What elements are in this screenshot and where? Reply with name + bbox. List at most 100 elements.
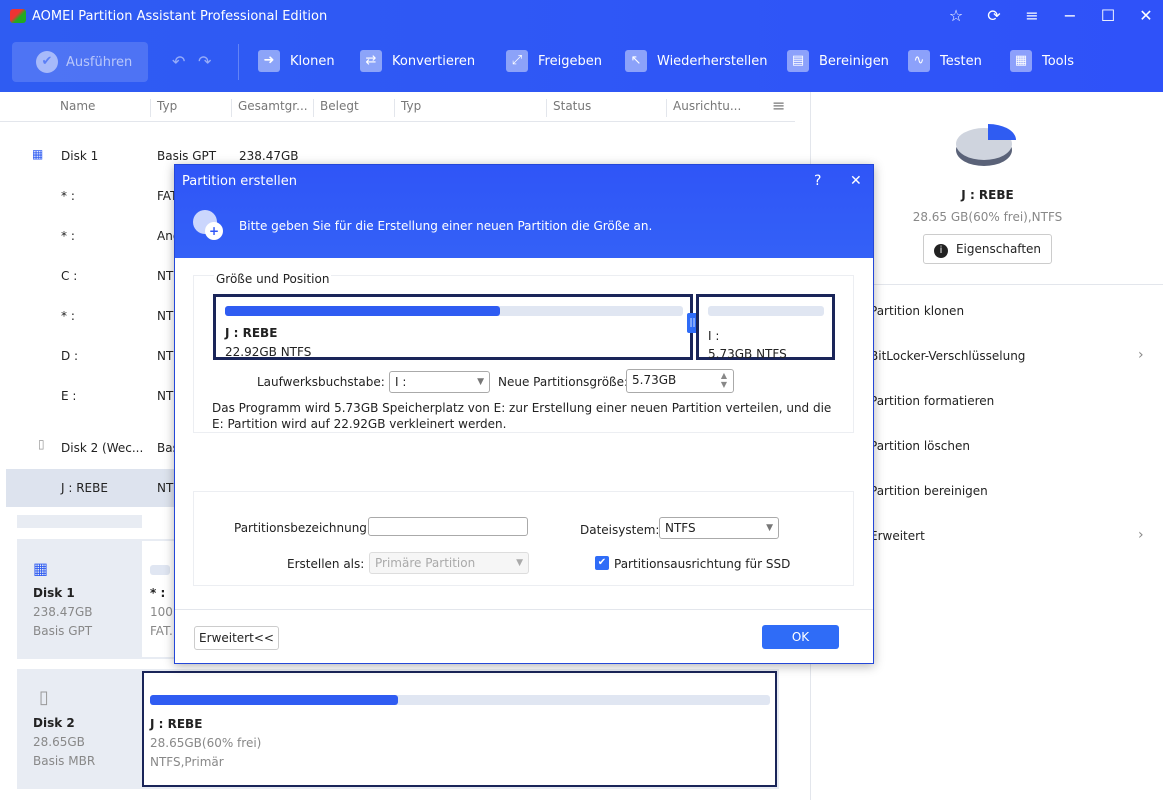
options-group: Partitionsbezeichnung: Dateisystem: NTFS… xyxy=(193,491,854,586)
star-icon[interactable]: ☆ xyxy=(944,6,968,25)
row-name: E : xyxy=(61,389,77,403)
ok-button[interactable]: OK xyxy=(762,625,839,649)
source-partition-block[interactable]: J : REBE 22.92GB NTFS xyxy=(213,294,693,360)
col-fstype[interactable]: Typ xyxy=(394,99,421,117)
label: Klonen xyxy=(290,53,335,69)
help-button[interactable]: ? xyxy=(814,173,821,189)
usage-bar xyxy=(150,565,170,575)
info-icon: i xyxy=(933,244,948,258)
label: Bereinigen xyxy=(819,53,889,69)
disk2-card[interactable]: ▯ Disk 2 28.65GB Basis MBR J : REBE 28.6… xyxy=(17,669,779,789)
drive-letter-select[interactable]: I : ▼ xyxy=(389,371,490,393)
menu-bitlocker[interactable]: BitLocker-Verschlüsselung xyxy=(870,349,1025,363)
menu-advanced[interactable]: Erweitert xyxy=(870,529,925,543)
close-icon[interactable]: ✕ xyxy=(1134,6,1158,25)
row-size: 238.47GB xyxy=(239,149,299,163)
col-status[interactable]: Status xyxy=(546,99,591,117)
disk-name: Disk 2 xyxy=(33,716,75,730)
disk-size: 238.47GB xyxy=(33,605,93,619)
create-partition-dialog: Partition erstellen ? ✕ + Bitte geben Si… xyxy=(174,164,874,664)
menu-delete-partition[interactable]: Partition löschen xyxy=(870,439,970,453)
usb-icon: ▯ xyxy=(39,687,49,708)
ssd-alignment-checkbox[interactable]: ✔ xyxy=(595,556,609,570)
toolbar-recover[interactable]: ↖ Wiederherstellen xyxy=(625,50,767,72)
toolbar-allocate[interactable]: ⤢ Freigeben xyxy=(506,50,602,72)
ssd-icon: ▦ xyxy=(32,147,44,161)
chevron-right-icon: › xyxy=(1138,527,1144,543)
divider xyxy=(238,44,239,80)
row-name: * : xyxy=(61,189,75,203)
col-align[interactable]: Ausrichtu... xyxy=(666,99,741,117)
partition-add-icon: + xyxy=(193,210,225,242)
create-as-select[interactable]: Primäre Partition ▼ xyxy=(369,552,529,574)
redo-icon[interactable]: ↷ xyxy=(198,52,211,71)
resize-icon: ⤢ xyxy=(506,50,528,72)
size-stepper[interactable]: 5.73GB ▲ ▼ xyxy=(626,369,734,393)
create-as-label: Erstellen als: xyxy=(287,557,365,571)
value: 5.73GB xyxy=(632,373,677,387)
col-type[interactable]: Typ xyxy=(150,99,177,117)
usage-bar xyxy=(225,306,683,316)
app-logo-icon xyxy=(10,9,26,23)
dialog-title: Partition erstellen xyxy=(182,174,297,189)
close-button[interactable]: ✕ xyxy=(850,173,862,189)
partition-size: 28.65GB(60% frei) xyxy=(150,736,262,750)
size-label: Neue Partitionsgröße: xyxy=(498,375,629,389)
stepper-arrows-icon[interactable]: ▲ ▼ xyxy=(721,371,727,389)
menu-wipe-partition[interactable]: Partition bereinigen xyxy=(870,484,988,498)
label: Freigeben xyxy=(538,53,602,69)
partition-name: J : REBE xyxy=(225,326,278,340)
disk-type: Basis MBR xyxy=(33,754,96,768)
menu-clone-partition[interactable]: Partition klonen xyxy=(870,304,964,318)
divider xyxy=(175,609,873,610)
partition-name: I : xyxy=(708,329,720,343)
partition-name: * : xyxy=(150,586,166,600)
size-position-group: Größe und Position J : REBE 22.92GB NTFS… xyxy=(193,272,854,433)
row-name: C : xyxy=(61,269,78,283)
menu-icon[interactable]: ≡ xyxy=(1020,6,1044,25)
ssd-icon: ▦ xyxy=(33,559,49,578)
new-partition-block[interactable]: I : 5.73GB NTFS xyxy=(696,294,835,361)
row-name: D : xyxy=(61,349,79,363)
value: Primäre Partition xyxy=(375,556,476,570)
disk-type: Basis GPT xyxy=(33,624,93,638)
minimize-icon[interactable]: − xyxy=(1058,6,1082,25)
disk-name: Disk 1 xyxy=(33,586,75,600)
usage-fill xyxy=(150,695,398,705)
partition-block-selected[interactable]: J : REBE 28.65GB(60% frei) NTFS,Primär xyxy=(142,671,777,787)
toolbar-convert[interactable]: ⇄ Konvertieren xyxy=(360,50,475,72)
toolbar-tools[interactable]: ▦ Tools xyxy=(1010,50,1074,72)
columns-menu-icon[interactable]: ≡ xyxy=(772,96,785,115)
usage-bar xyxy=(150,695,770,705)
label: Testen xyxy=(940,53,982,69)
toolbar-wipe[interactable]: ▤ Bereinigen xyxy=(787,50,889,72)
refresh-icon[interactable]: ⟳ xyxy=(982,6,1006,25)
chevron-down-icon: ▼ xyxy=(477,377,484,387)
chevron-right-icon: › xyxy=(1138,347,1144,363)
menu-format-partition[interactable]: Partition formatieren xyxy=(870,394,994,408)
col-size[interactable]: Gesamtgr... xyxy=(231,99,308,117)
pulse-icon: ∿ xyxy=(908,50,930,72)
col-name[interactable]: Name xyxy=(54,99,95,117)
undo-icon[interactable]: ↶ xyxy=(172,52,185,71)
apply-button[interactable]: ✔ Ausführen xyxy=(12,42,148,82)
maximize-icon[interactable]: ☐ xyxy=(1096,6,1120,25)
ssd-alignment-label[interactable]: Partitionsausrichtung für SSD xyxy=(614,557,790,571)
drive-letter-label: Laufwerksbuchstabe: xyxy=(257,375,385,389)
filesystem-select[interactable]: NTFS ▼ xyxy=(659,517,779,539)
group-title: Größe und Position xyxy=(214,272,332,286)
placeholder-bar xyxy=(17,515,142,528)
toolbar-test[interactable]: ∿ Testen xyxy=(908,50,982,72)
advanced-button[interactable]: Erweitert<< xyxy=(194,626,279,650)
label: Wiederherstellen xyxy=(657,53,768,69)
allocation-description: Das Programm wird 5.73GB Speicherplatz v… xyxy=(212,401,832,431)
title-bar: AOMEI Partition Assistant Professional E… xyxy=(0,0,1163,92)
col-used[interactable]: Belegt xyxy=(313,99,359,117)
dialog-header: Partition erstellen ? ✕ + Bitte geben Si… xyxy=(175,165,873,258)
properties-button[interactable]: i Eigenschaften xyxy=(923,234,1052,264)
label: Eigenschaften xyxy=(955,242,1042,256)
clone-icon: ➜ xyxy=(258,50,280,72)
toolbar-clone[interactable]: ➜ Klonen xyxy=(258,50,335,72)
partition-label-input[interactable] xyxy=(368,517,528,536)
check-icon: ✔ xyxy=(36,51,58,73)
